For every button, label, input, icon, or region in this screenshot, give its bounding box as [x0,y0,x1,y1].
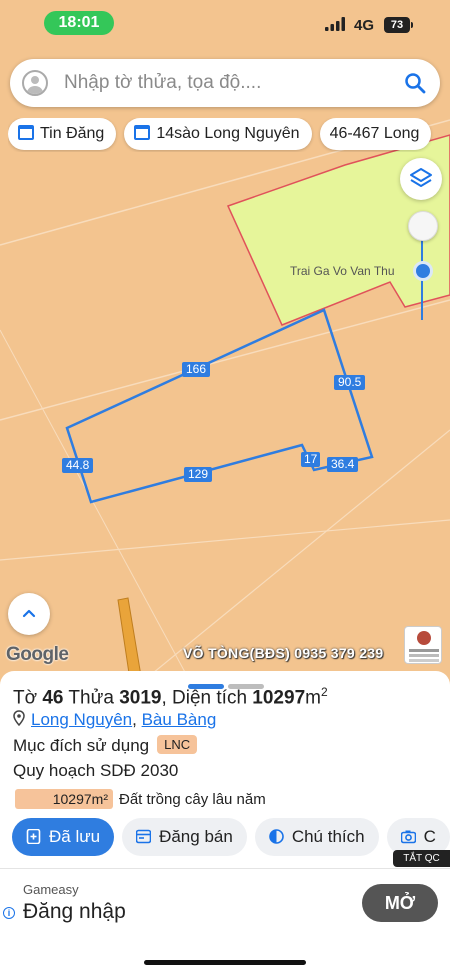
chip-label: Tin Đăng [40,125,105,142]
chip-tin-dang[interactable]: Tin Đăng [8,118,117,150]
battery-icon: 73 [384,17,413,33]
status-bar: 18:01 4G 73 [0,0,450,50]
watermark: VÕ TÒNG(BĐS) 0935 379 239 [183,645,384,661]
clock: 18:01 [44,11,114,35]
ad-title: Đăng nhập [23,900,126,923]
area-value: 10297 [252,687,306,709]
commune-link[interactable]: Long Nguyên [31,710,132,729]
planning-area-value: 10297m² [15,789,113,809]
thua-label: Thửa [63,687,120,709]
ad-open-button[interactable]: MỞ [362,884,438,922]
legend-label: Chú thích [291,827,365,846]
location-icon [13,710,25,727]
post-sale-label: Đăng bán [159,827,233,846]
chip-label: 46-467 Long [329,125,420,142]
edge-label: 90.5 [334,375,366,390]
separator: , [132,710,142,729]
opacity-slider-handle[interactable] [408,211,438,241]
search-input[interactable]: Nhập tờ thửa, tọa độ.... [64,72,261,94]
expand-button[interactable] [8,593,50,635]
land-use-badge: LNC [157,735,198,754]
chip-label: 14sào Long Nguyên [156,125,300,142]
ad-banner[interactable]: i Gameasy Đăng nhập MỞ [0,868,450,940]
listing-icon [136,829,152,844]
chevron-up-icon [22,609,36,618]
parcel-title: Tờ 46 Thửa 3019, Diện tích 10297m2 [13,685,328,709]
area-label: , Diện tích [161,687,253,709]
edge-label: 36.4 [327,457,359,472]
chip-46-467[interactable]: 46-467 Long [319,118,432,150]
ad-brand: Gameasy [23,882,79,897]
district-link[interactable]: Bàu Bàng [142,710,217,729]
search-icon[interactable] [404,72,426,94]
camera-icon [400,830,416,844]
planning-title: Quy hoạch SDĐ 2030 [13,761,179,780]
post-sale-button[interactable]: Đăng bán [122,818,247,856]
network-type: 4G [354,17,375,34]
close-ad-button[interactable]: TẮT QC [393,850,450,867]
home-indicator [144,960,306,965]
to-label: Tờ [13,687,43,709]
camera-label: C [423,827,436,846]
planning-area-row: 10297m² Đất trồng cây lâu năm [15,789,266,809]
add-document-icon [26,829,41,844]
edge-label: 17 [301,452,321,467]
planning-area-desc: Đất trồng cây lâu năm [119,791,266,808]
edge-label: 129 [184,467,213,482]
layers-button[interactable] [400,158,442,200]
to-number: 46 [42,687,64,709]
signal-icon [325,17,345,31]
place-label: Trai Ga Vo Van Thu [290,264,395,278]
legend-button[interactable]: Chú thích [254,818,379,856]
avatar[interactable] [22,70,48,96]
saved-button[interactable]: Đã lưu [12,818,115,856]
area-unit-sup: 2 [320,685,328,699]
google-logo: Google [6,644,69,665]
info-icon[interactable]: i [3,907,15,919]
saved-label: Đã lưu [49,827,101,846]
contrast-icon [269,829,284,844]
chip-long-nguyen[interactable]: 14sào Long Nguyên [124,118,312,150]
search-bar[interactable]: Nhập tờ thửa, tọa độ.... [10,59,440,107]
layers-icon [410,168,432,187]
action-bar: Đã lưu Đăng bán Chú thích C [12,818,450,858]
calendar-icon [18,125,34,140]
profile-thumbnail[interactable] [404,626,442,664]
filter-chips: Tin Đăng 14sào Long Nguyên 46-467 Long [8,118,450,152]
area-unit: m [305,687,321,709]
parcel-location: Long Nguyên, Bàu Bàng [13,710,216,730]
calendar-icon [134,125,151,140]
edge-label: 44.8 [62,458,94,473]
location-pin-icon[interactable] [413,261,433,281]
purpose-label: Mục đích sử dụng [13,736,150,755]
thua-number: 3019 [119,687,162,709]
edge-label: 166 [182,362,211,377]
land-use-row: Mục đích sử dụng LNC [13,735,198,756]
